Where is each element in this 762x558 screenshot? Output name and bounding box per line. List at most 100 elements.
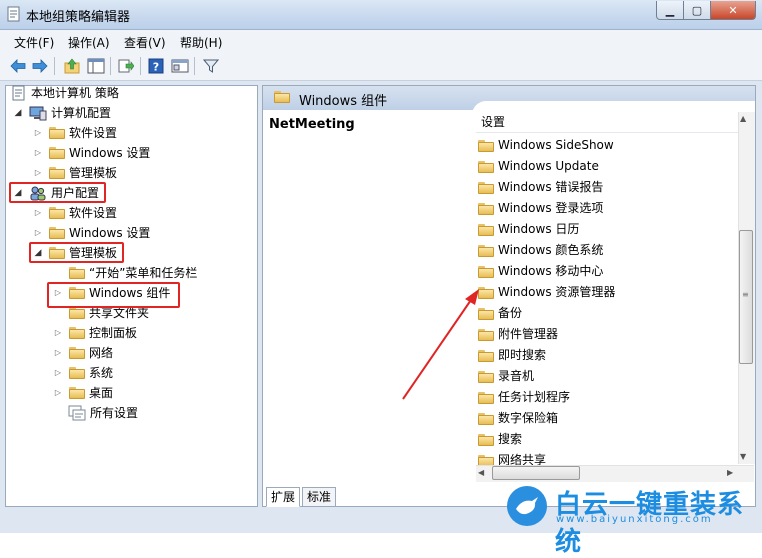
tab-extended[interactable]: 扩展 (266, 487, 301, 507)
properties-button[interactable] (170, 56, 190, 76)
back-button[interactable] (8, 56, 28, 76)
description-title: NetMeeting (269, 117, 355, 132)
list-item-label: 即时搜索 (498, 348, 547, 362)
menu-view[interactable]: 查看(V) (124, 34, 166, 51)
minimize-button[interactable]: ▁ (656, 1, 684, 20)
list-item-label: Windows 错误报告 (498, 180, 604, 194)
expand-arrow-icon[interactable]: ▷ (33, 123, 43, 143)
list-item[interactable]: 数字保险箱 (478, 408, 558, 429)
horizontal-scroll-thumb[interactable] (492, 466, 580, 480)
computer-icon (29, 106, 47, 121)
close-button[interactable]: ✕ (710, 1, 756, 20)
list-item-label: 备份 (498, 306, 523, 320)
tree-item-local-computer-policy[interactable]: 本地计算机 策略 (11, 83, 119, 103)
list-item[interactable]: Windows 颜色系统 (478, 240, 603, 261)
export-list-button[interactable] (116, 56, 136, 76)
list-item[interactable]: Windows 移动中心 (478, 261, 603, 282)
export-icon (118, 59, 134, 73)
list-item[interactable]: 录音机 (478, 366, 534, 387)
scroll-down-arrow-icon[interactable]: ▼ (740, 452, 746, 461)
expand-arrow-icon[interactable]: ▷ (33, 203, 43, 223)
svg-text:?: ? (153, 61, 159, 74)
menu-bar (0, 30, 762, 52)
tree-item-computer-software-settings[interactable]: ▷ 软件设置 (33, 123, 117, 143)
forward-button[interactable] (30, 56, 50, 76)
tree-item-computer-admin-templates[interactable]: ▷ 管理模板 (33, 163, 117, 183)
tree-item-control-panel[interactable]: ▷ 控制面板 (53, 323, 137, 343)
tree-item-user-windows-settings[interactable]: ▷ Windows 设置 (33, 223, 150, 243)
tree-item-label: 计算机配置 (51, 106, 112, 120)
filter-icon (203, 59, 219, 73)
folder-icon (49, 167, 65, 179)
collapse-arrow-icon[interactable]: ◢ (13, 103, 23, 123)
expand-arrow-icon[interactable]: ▷ (53, 383, 63, 403)
tree-item-label: 网络 (89, 346, 114, 360)
scroll-left-arrow-icon[interactable]: ◀ (478, 468, 484, 477)
expand-arrow-icon[interactable]: ▷ (33, 143, 43, 163)
list-item-windows-explorer[interactable]: Windows 资源管理器 (478, 282, 615, 303)
expand-arrow-icon[interactable]: ▷ (33, 163, 43, 183)
list-item[interactable]: 搜索 (478, 429, 522, 450)
expand-arrow-icon[interactable]: ▷ (53, 343, 63, 363)
list-item[interactable]: 任务计划程序 (478, 387, 570, 408)
list-item[interactable]: 即时搜索 (478, 345, 546, 366)
maximize-icon: ▢ (691, 3, 703, 17)
tree-item-label: Windows 设置 (69, 226, 151, 240)
tree-item-all-settings[interactable]: 所有设置 (53, 403, 138, 423)
forward-arrow-icon (32, 59, 48, 73)
tree-item-label: “开始”菜单和任务栏 (89, 266, 198, 280)
tree-item-label: Windows 设置 (69, 146, 151, 160)
toolbar-separator (54, 57, 55, 75)
list-item-label: 搜索 (498, 432, 523, 446)
tree-item-label: 本地计算机 策略 (31, 86, 119, 100)
folder-icon (478, 244, 494, 257)
up-level-button[interactable] (62, 56, 82, 76)
list-item-label: Windows 资源管理器 (498, 285, 616, 299)
back-arrow-icon (10, 59, 26, 73)
menu-file[interactable]: 文件(F) (14, 34, 54, 51)
column-header-settings[interactable]: 设置 (476, 112, 741, 133)
tree-item-user-software-settings[interactable]: ▷ 软件设置 (33, 203, 117, 223)
list-item-label: Windows SideShow (498, 138, 614, 152)
tree-item-label: 系统 (89, 366, 114, 380)
tree-item-start-menu-taskbar[interactable]: “开始”菜单和任务栏 (53, 263, 197, 283)
list-item-label: Windows Update (498, 159, 599, 173)
folder-icon (49, 227, 65, 239)
tree-item-desktop[interactable]: ▷ 桌面 (53, 383, 113, 403)
tree-item-label: 管理模板 (69, 166, 118, 180)
help-button[interactable]: ? (146, 56, 166, 76)
list-item[interactable]: Windows SideShow (478, 135, 614, 156)
watermark-logo-icon (507, 486, 547, 526)
list-item[interactable]: Windows 日历 (478, 219, 579, 240)
list-item[interactable]: 附件管理器 (478, 324, 558, 345)
list-item[interactable]: Windows 登录选项 (478, 198, 603, 219)
list-item[interactable]: Windows Update (478, 156, 599, 177)
folder-icon (69, 367, 85, 379)
details-header-title: Windows 组件 (299, 94, 388, 109)
tree-item-computer-config[interactable]: ◢ 计算机配置 (13, 103, 111, 123)
maximize-button[interactable]: ▢ (683, 1, 711, 20)
all-settings-icon (68, 405, 86, 421)
list-item-label: 数字保险箱 (498, 411, 559, 425)
toolbar (0, 52, 762, 81)
tree-item-label: 软件设置 (69, 126, 118, 140)
scroll-up-arrow-icon[interactable]: ▲ (740, 114, 746, 123)
scroll-right-arrow-icon[interactable]: ▶ (727, 468, 733, 477)
policy-document-icon (12, 85, 25, 101)
tree-item-network[interactable]: ▷ 网络 (53, 343, 113, 363)
tree-item-computer-windows-settings[interactable]: ▷ Windows 设置 (33, 143, 150, 163)
expand-arrow-icon[interactable]: ▷ (53, 323, 63, 343)
list-item-label: 录音机 (498, 369, 535, 383)
expand-arrow-icon[interactable]: ▷ (53, 363, 63, 383)
expand-arrow-icon[interactable]: ▷ (33, 223, 43, 243)
menu-help[interactable]: 帮助(H) (180, 34, 222, 51)
tree-item-system[interactable]: ▷ 系统 (53, 363, 113, 383)
show-tree-button[interactable] (86, 56, 106, 76)
window-title: 本地组策略编辑器 (26, 10, 131, 25)
list-item[interactable]: Windows 错误报告 (478, 177, 603, 198)
menu-action[interactable]: 操作(A) (68, 34, 110, 51)
filter-button[interactable] (201, 56, 221, 76)
tab-standard[interactable]: 标准 (302, 487, 337, 507)
watermark-url: www.baiyunxitong.com (556, 514, 713, 525)
annotation-arrow-icon (402, 289, 479, 400)
